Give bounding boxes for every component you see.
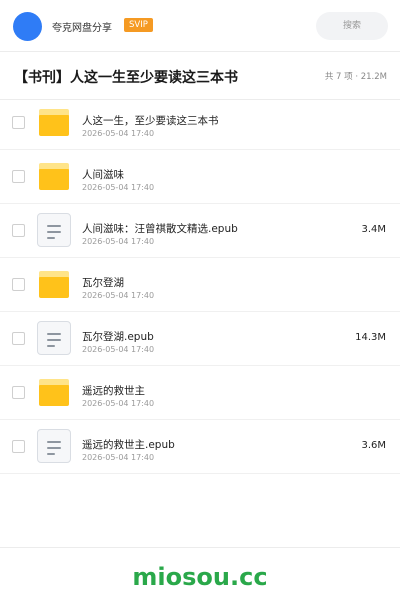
document-icon — [37, 429, 71, 463]
checkbox-icon[interactable] — [12, 278, 25, 291]
search-input[interactable]: 搜索 — [316, 12, 388, 40]
document-icon — [37, 213, 71, 247]
file-name: 人这一生，至少要读这三本书 — [82, 115, 219, 127]
checkbox-icon[interactable] — [12, 116, 25, 129]
file-date: 2026-05-04 17:40 — [82, 129, 155, 138]
checkbox-icon[interactable] — [12, 332, 25, 345]
file-name: 人间滋味：汪曾祺散文精选.epub — [82, 223, 238, 235]
share-summary: 共 7 项 · 21.2M — [324, 72, 387, 82]
file-date: 2026-05-04 17:40 — [82, 453, 155, 462]
file-size: 14.3M — [355, 332, 386, 343]
checkbox-icon[interactable] — [12, 224, 25, 237]
svip-badge[interactable]: SVIP — [124, 18, 153, 32]
file-size: 3.4M — [361, 224, 386, 235]
folder-icon — [39, 271, 69, 298]
list-item[interactable]: 人间滋味：汪曾祺散文精选.epub 2026-05-04 17:40 3.4M — [0, 204, 400, 258]
file-name: 瓦尔登湖 — [82, 277, 124, 289]
folder-icon — [39, 379, 69, 406]
folder-icon — [39, 163, 69, 190]
file-date: 2026-05-04 17:40 — [82, 183, 155, 192]
list-item[interactable]: 人这一生，至少要读这三本书 2026-05-04 17:40 — [0, 96, 400, 150]
file-list: 人这一生，至少要读这三本书 2026-05-04 17:40 人间滋味 2026… — [0, 96, 400, 474]
folder-icon — [39, 109, 69, 136]
checkbox-icon[interactable] — [12, 170, 25, 183]
avatar[interactable] — [13, 12, 42, 41]
list-item[interactable]: 遥远的救世主 2026-05-04 17:40 — [0, 366, 400, 420]
header-bar: 夸克网盘分享 SVIP 搜索 — [0, 0, 400, 52]
list-item[interactable]: 瓦尔登湖 2026-05-04 17:40 — [0, 258, 400, 312]
share-title-row: 【书刊】人这一生至少要读这三本书 共 7 项 · 21.2M — [0, 52, 400, 100]
checkbox-icon[interactable] — [12, 386, 25, 399]
file-name: 遥远的救世主 — [82, 385, 145, 397]
file-date: 2026-05-04 17:40 — [82, 237, 155, 246]
file-date: 2026-05-04 17:40 — [82, 345, 155, 354]
page-title: 【书刊】人这一生至少要读这三本书 — [14, 70, 238, 86]
checkbox-icon[interactable] — [12, 440, 25, 453]
document-icon — [37, 321, 71, 355]
list-item[interactable]: 遥远的救世主.epub 2026-05-04 17:40 3.6M — [0, 420, 400, 474]
file-date: 2026-05-04 17:40 — [82, 291, 155, 300]
list-item[interactable]: 人间滋味 2026-05-04 17:40 — [0, 150, 400, 204]
footer-divider — [0, 547, 400, 548]
file-name: 人间滋味 — [82, 169, 124, 181]
search-placeholder: 搜索 — [342, 21, 361, 31]
file-name: 遥远的救世主.epub — [82, 439, 175, 451]
list-item[interactable]: 瓦尔登湖.epub 2026-05-04 17:40 14.3M — [0, 312, 400, 366]
brand-name: 夸克网盘分享 — [52, 23, 112, 34]
file-name: 瓦尔登湖.epub — [82, 331, 154, 343]
file-size: 3.6M — [361, 440, 386, 451]
file-date: 2026-05-04 17:40 — [82, 399, 155, 408]
site-watermark: miosou.cc — [132, 563, 268, 591]
